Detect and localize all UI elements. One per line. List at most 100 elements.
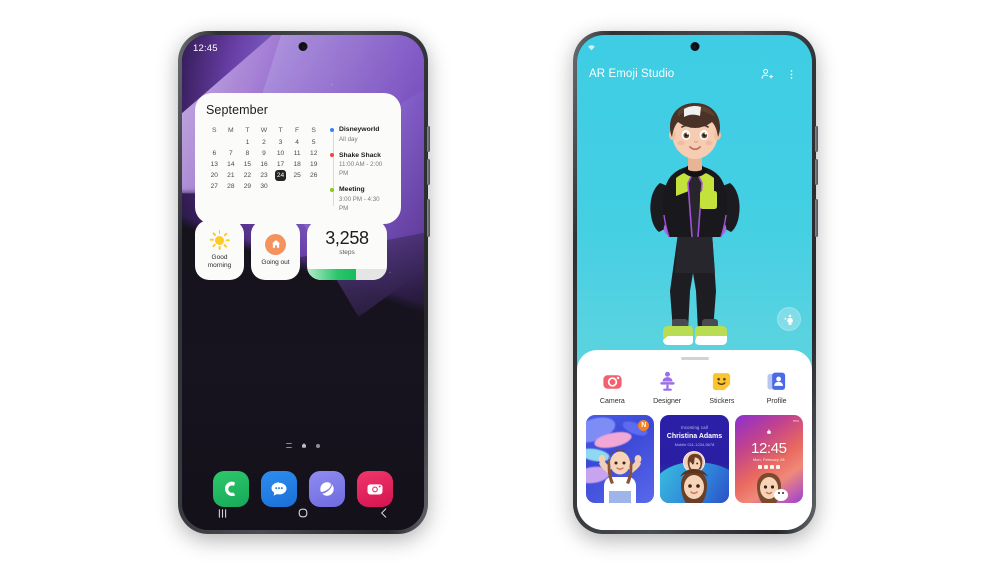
calendar-day-empty: . — [272, 181, 289, 192]
avatar-pose-button[interactable] — [777, 307, 801, 331]
calendar-event[interactable]: Meeting 3:00 PM - 4:30 PM — [330, 185, 390, 213]
calendar-day[interactable]: 27 — [206, 181, 223, 192]
calendar-day[interactable]: 28 — [223, 181, 240, 192]
sticker-avatar — [598, 449, 642, 503]
more-vertical-icon[interactable] — [782, 65, 800, 83]
widget-row: Good morning Going out 3,258 steps — [195, 220, 387, 280]
page-dot[interactable] — [316, 443, 321, 448]
calendar-day[interactable]: 6 — [206, 148, 223, 159]
action-label: Designer — [653, 397, 682, 405]
calendar-day[interactable]: 29 — [239, 181, 256, 192]
steps-progress-fill — [307, 269, 356, 280]
calendar-day[interactable]: 30 — [256, 181, 273, 192]
action-stickers[interactable]: Stickers — [698, 369, 746, 405]
camera-icon — [600, 369, 625, 394]
sheet-grabber[interactable] — [680, 357, 709, 360]
event-title: Disneyworld — [339, 126, 380, 133]
widget-label: Good morning — [208, 254, 231, 270]
calendar-day[interactable]: 3 — [272, 137, 289, 148]
calendar-event[interactable]: Shake Shack 11:00 AM - 2:00 PM — [330, 151, 390, 179]
calendar-day[interactable]: 16 — [256, 159, 273, 170]
calendar-day-header: T — [245, 127, 250, 134]
lock-date: Mon, February 28 — [753, 457, 785, 462]
calendar-day-headers: SMTWTFS — [206, 125, 322, 137]
calendar-week-row: 6 7 8 9 10 11 12 — [206, 148, 322, 159]
calendar-day-empty: . — [289, 181, 306, 192]
ar-emoji-avatar[interactable] — [620, 83, 770, 348]
volume-down-button[interactable] — [427, 159, 430, 185]
calendar-day[interactable]: 5 — [305, 137, 322, 148]
action-profile[interactable]: Profile — [753, 369, 801, 405]
calendar-day[interactable]: 21 — [223, 170, 240, 181]
nav-home-button[interactable] — [283, 501, 323, 525]
widget-label-line1: Good — [211, 254, 228, 261]
card-lock-screen[interactable]: 87% 12:45 Mon, February 28 — [734, 414, 803, 503]
contact-name: Christina Adams — [666, 432, 723, 440]
nav-back-button[interactable] — [364, 501, 404, 525]
page-dot-house[interactable] — [301, 443, 307, 448]
calendar-day-header: F — [295, 127, 300, 134]
front-camera — [690, 42, 699, 51]
calendar-day-today[interactable]: 24 — [272, 170, 289, 181]
volume-down-button[interactable] — [815, 159, 818, 185]
calendar-day[interactable]: 12 — [305, 148, 322, 159]
calendar-month-title: September — [206, 103, 269, 117]
calendar-widget[interactable]: September SMTWTFS ..12345678910111213141… — [195, 93, 401, 224]
calendar-day-empty: . — [223, 137, 240, 148]
calendar-day[interactable]: 20 — [206, 170, 223, 181]
steps-value: 3,258 — [325, 228, 369, 248]
action-camera[interactable]: Camera — [588, 369, 636, 405]
battery-label: 87% — [792, 418, 799, 423]
volume-up-button[interactable] — [427, 126, 430, 152]
mannequin-icon — [655, 369, 680, 394]
calendar-week-row: 27282930... — [206, 181, 322, 192]
action-row: Camera Designer Stickers Profile — [577, 369, 812, 405]
calendar-day[interactable]: 22 — [239, 170, 256, 181]
calendar-day[interactable]: 19 — [305, 159, 322, 170]
calendar-day[interactable]: 7 — [223, 148, 240, 159]
nav-recents-button[interactable] — [202, 501, 242, 525]
lock-shortcuts — [735, 464, 803, 469]
calendar-day[interactable]: 1 — [239, 137, 256, 148]
card-sticker[interactable]: N — [586, 414, 655, 503]
calendar-day[interactable]: 25 — [289, 170, 306, 181]
home-screen: 12:45 September SMTWTFS ..12345678910111… — [182, 35, 424, 530]
routine-going-out-widget[interactable]: Going out — [251, 220, 300, 280]
page-dot-apps[interactable] — [285, 443, 292, 448]
calendar-day[interactable]: 4 — [289, 137, 306, 148]
bottom-sheet: Camera Designer Stickers Profile N Incom… — [577, 350, 812, 530]
action-designer[interactable]: Designer — [643, 369, 691, 405]
calendar-day[interactable]: 23 — [256, 170, 273, 181]
calendar-day[interactable]: 15 — [239, 159, 256, 170]
calendar-day[interactable]: 17 — [272, 159, 289, 170]
calendar-day[interactable]: 13 — [206, 159, 223, 170]
routine-good-morning-widget[interactable]: Good morning — [195, 220, 244, 280]
calendar-day[interactable]: 26 — [305, 170, 322, 181]
card-incoming-call[interactable]: Incoming call Christina Adams Mobile 011… — [660, 414, 729, 503]
event-title: Shake Shack — [339, 151, 381, 159]
calendar-day[interactable]: 14 — [223, 159, 240, 170]
calendar-day-header: M — [228, 127, 234, 134]
power-button[interactable] — [427, 199, 430, 237]
page-title: AR Emoji Studio — [589, 68, 675, 80]
calendar-day[interactable]: 2 — [256, 137, 273, 148]
calendar-day[interactable]: 10 — [272, 148, 289, 159]
calendar-week-row: 13 14 15 16 17 18 19 — [206, 159, 322, 170]
event-time: 11:00 AM - 2:00 PM — [339, 161, 383, 177]
calendar-event[interactable]: Disneyworld All day — [330, 125, 390, 144]
volume-up-button[interactable] — [815, 126, 818, 152]
calendar-day[interactable]: 11 — [289, 148, 306, 159]
add-person-icon[interactable] — [758, 65, 776, 83]
power-button[interactable] — [815, 199, 818, 237]
front-camera — [298, 42, 308, 51]
calendar-day[interactable]: 18 — [289, 159, 306, 170]
widget-label-line2: morning — [207, 262, 232, 269]
event-time: All day — [339, 135, 358, 143]
calendar-day[interactable]: 9 — [256, 148, 273, 159]
contact-number: Mobile 011-1234-5678 — [674, 441, 715, 447]
phone-device-right: AR Emoji Studio Camera Designer Stickers… — [573, 31, 818, 534]
app-header: AR Emoji Studio — [577, 61, 812, 87]
calendar-day[interactable]: 8 — [239, 148, 256, 159]
calendar-week-row: 20 21 22 23 24 25 26 — [206, 170, 322, 181]
steps-widget[interactable]: 3,258 steps — [307, 220, 387, 280]
